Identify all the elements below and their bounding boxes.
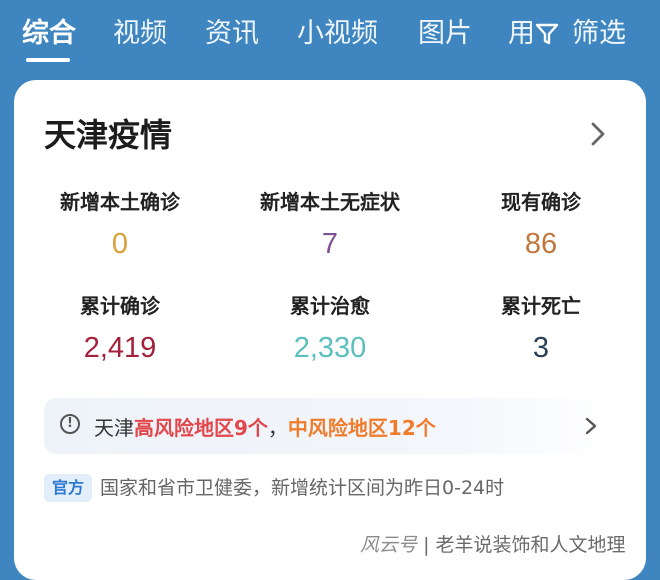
official-badge: 官方 [44, 474, 92, 502]
stat-value-total-recovered: 2,330 [293, 332, 367, 364]
stat-label-new-local-confirmed: 新增本土确诊 [60, 190, 180, 214]
stat-value-current-confirmed: 86 [524, 228, 558, 260]
medium-risk-count: 中风险地区12个 [287, 416, 436, 440]
risk-city: 天津 [94, 416, 134, 440]
stat-value-total-deaths: 3 [532, 332, 550, 364]
active-tab-indicator [26, 58, 70, 62]
filter-button[interactable]: 筛选 [572, 12, 626, 56]
stat-label-total-confirmed: 累计确诊 [80, 294, 160, 318]
chevron-right-icon[interactable] [588, 120, 608, 148]
stat-value-new-local-confirmed: 0 [111, 228, 129, 260]
watermark-divider: | [423, 534, 430, 556]
stat-label-new-local-asymptomatic: 新增本土无症状 [260, 190, 400, 214]
tab-images[interactable]: 图片 [418, 12, 472, 56]
stat-value-new-local-asymptomatic: 7 [321, 228, 339, 260]
watermark: 风云号 | 老羊说装饰和人文地理 [360, 530, 626, 557]
stat-label-total-recovered: 累计治愈 [290, 294, 370, 318]
tab-video[interactable]: 视频 [113, 12, 167, 56]
risk-area-banner[interactable]: ! 天津高风险地区9个，中风险地区12个 [44, 398, 616, 454]
epidemic-card: 天津疫情 新增本土确诊 0 新增本土无症状 7 现有确诊 86 累计确诊 2,4… [14, 80, 646, 580]
top-tab-bar: 综合 视频 资讯 小视频 图片 用 筛选 [0, 0, 660, 80]
stat-value-total-confirmed: 2,419 [83, 332, 157, 364]
risk-area-text: 天津高风险地区9个，中风险地区12个 [94, 412, 436, 441]
tab-comprehensive[interactable]: 综合 [22, 12, 76, 56]
risk-separator: ， [267, 416, 288, 440]
info-icon: ! [60, 414, 80, 434]
chevron-right-icon[interactable] [584, 416, 598, 436]
stat-label-total-deaths: 累计死亡 [501, 294, 581, 318]
high-risk-count: 高风险地区9个 [134, 416, 268, 440]
tab-partial[interactable]: 用 [508, 12, 535, 56]
tab-news[interactable]: 资讯 [205, 12, 259, 56]
watermark-brand: 风云号 [360, 534, 418, 556]
data-source-text: 国家和省市卫健委，新增统计区间为昨日0-24时 [100, 477, 505, 499]
card-title[interactable]: 天津疫情 [44, 110, 172, 156]
stat-label-current-confirmed: 现有确诊 [501, 190, 581, 214]
watermark-author: 老羊说装饰和人文地理 [435, 534, 626, 556]
tab-short-video[interactable]: 小视频 [297, 12, 378, 56]
filter-funnel-icon[interactable] [535, 22, 559, 46]
